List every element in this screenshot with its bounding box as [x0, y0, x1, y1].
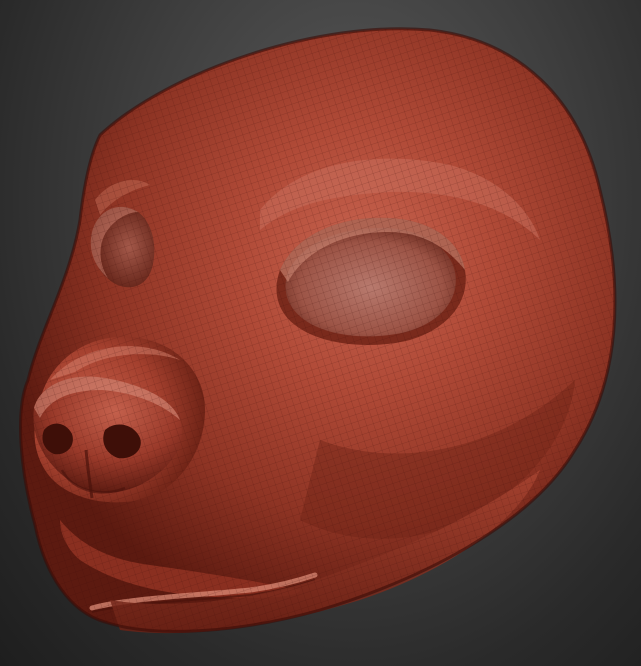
- sculpt-render: [19, 27, 617, 634]
- mesh-wireframe-icon: [20, 28, 615, 632]
- sculpt-viewport[interactable]: [0, 0, 641, 666]
